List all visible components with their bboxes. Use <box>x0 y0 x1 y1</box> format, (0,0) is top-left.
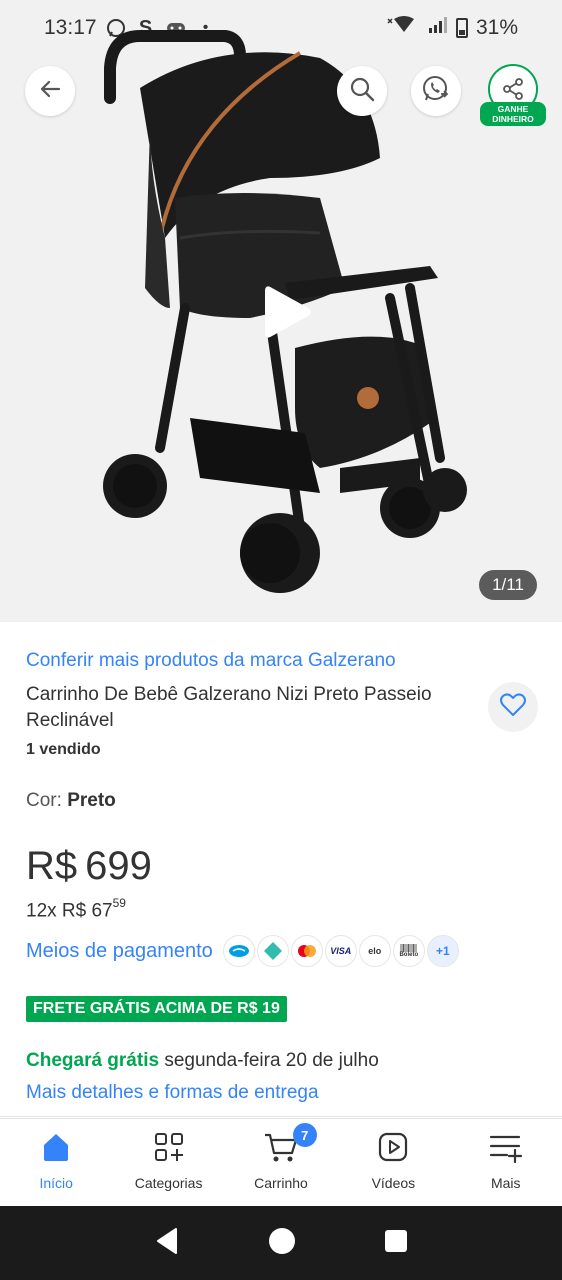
nav-more[interactable]: Mais <box>450 1119 562 1206</box>
nav-videos-label: Vídeos <box>371 1175 416 1191</box>
nav-cart-label: Carrinho <box>254 1175 308 1191</box>
system-home-icon[interactable] <box>268 1227 296 1260</box>
payment-methods-link[interactable]: Meios de pagamento <box>26 940 213 963</box>
play-icon <box>377 1131 409 1168</box>
nav-home[interactable]: Início <box>0 1119 112 1206</box>
payment-methods[interactable]: Meios de pagamento VISA elo Boleto +1 <box>26 935 459 967</box>
image-counter: 1/11 <box>479 570 537 600</box>
arrival-info: Chegará grátis segunda-feira 20 de julho <box>26 1050 379 1072</box>
search-icon <box>348 75 376 108</box>
pix-icon <box>256 935 289 967</box>
nav-more-label: Mais <box>490 1175 521 1191</box>
sold-count: 1 vendido <box>26 741 101 758</box>
price-value: 699 <box>85 844 152 888</box>
menu-icon <box>489 1131 523 1168</box>
system-navigation-bar <box>0 1206 562 1280</box>
cart-count-badge: 7 <box>292 1123 317 1147</box>
system-recents-icon[interactable] <box>384 1229 408 1258</box>
nav-cart[interactable]: 7 Carrinho <box>225 1119 337 1206</box>
installments: 12x R$ 6759 <box>26 896 126 922</box>
color-value: Preto <box>67 790 116 811</box>
mastercard-icon <box>290 935 323 967</box>
earn-money-badge: GANHE DINHEIRO <box>480 102 546 126</box>
home-icon <box>40 1131 72 1168</box>
nav-categories-label: Categorias <box>134 1175 203 1191</box>
nav-videos[interactable]: Vídeos <box>337 1119 449 1206</box>
arrival-date: segunda-feira 20 de julho <box>159 1050 379 1071</box>
battery-percent: 31% <box>475 16 518 39</box>
bottom-navigation: Início Categorias 7 Carrinho Vídeos Mais <box>0 1118 562 1206</box>
arrow-left-icon <box>37 76 63 107</box>
earn-money-share-button[interactable]: GANHE DINHEIRO <box>480 62 546 126</box>
installments-cents: 59 <box>112 896 126 910</box>
grid-icon <box>153 1131 185 1168</box>
back-button[interactable] <box>25 66 75 116</box>
status-time: 13:17 <box>44 16 97 39</box>
elo-icon: elo <box>358 935 391 967</box>
play-video-button[interactable] <box>256 282 316 342</box>
product-title: Carrinho De Bebê Galzerano Nizi Preto Pa… <box>26 684 432 731</box>
more-payment-methods[interactable]: +1 <box>426 935 459 967</box>
whatsapp-icon <box>421 74 451 109</box>
boleto-icon: Boleto <box>392 935 425 967</box>
delivery-details-link[interactable]: Mais detalhes e formas de entrega <box>26 1082 319 1104</box>
search-button[interactable] <box>337 66 387 116</box>
boleto-label: Boleto <box>399 952 419 958</box>
favorite-button[interactable] <box>488 682 538 732</box>
product-gallery[interactable]: 13:17 S • 31% GANHE DINHEIRO 1/11 <box>0 0 562 622</box>
system-back-icon[interactable] <box>154 1227 180 1260</box>
arrival-free: Chegará grátis <box>26 1050 160 1071</box>
nav-home-label: Início <box>39 1175 73 1191</box>
color-label: Cor: <box>26 790 68 811</box>
price: R$ 699 <box>26 844 152 889</box>
free-shipping-badge: FRETE GRÁTIS ACIMA DE R$ 19 <box>26 996 287 1022</box>
price-currency: R$ <box>26 844 78 888</box>
whatsapp-share-button[interactable] <box>411 66 461 116</box>
color-selector[interactable]: Cor: Preto <box>26 790 116 812</box>
visa-icon: VISA <box>324 935 357 967</box>
heart-icon <box>500 692 526 722</box>
nav-categories[interactable]: Categorias <box>112 1119 224 1206</box>
installments-text: 12x R$ 67 <box>26 900 113 922</box>
brand-products-link[interactable]: Conferir mais produtos da marca Galzeran… <box>26 650 396 672</box>
divider <box>0 1116 562 1117</box>
mercadopago-icon <box>222 935 255 967</box>
